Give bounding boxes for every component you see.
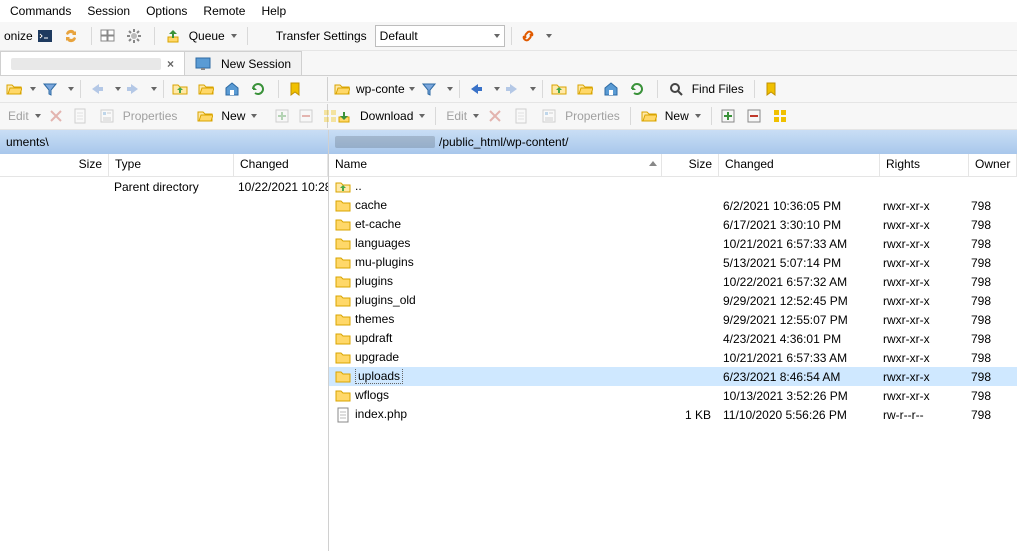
local-forward-icon[interactable] [123,77,147,101]
menu-help[interactable]: Help [255,2,292,20]
local-filter-icon[interactable] [40,77,64,101]
remote-grid-icon[interactable] [770,104,794,128]
list-item[interactable]: updraft4/23/2021 4:36:01 PMrwxr-xr-x798 [329,329,1017,348]
local-root-icon[interactable] [196,77,220,101]
remote-path-bar[interactable]: /public_html/wp-content/ [329,130,1017,154]
session-tabbar: × New Session [0,51,1017,76]
remote-bookmark-icon[interactable] [761,77,785,101]
remote-minus-icon[interactable] [744,104,768,128]
local-rename-icon[interactable] [71,104,93,128]
list-item[interactable]: themes9/29/2021 12:55:07 PMrwxr-xr-x798 [329,310,1017,329]
menu-commands[interactable]: Commands [4,2,77,20]
remote-root-icon[interactable] [575,77,599,101]
menu-options[interactable]: Options [140,2,193,20]
local-minus-icon[interactable] [297,104,319,128]
remote-plus-icon[interactable] [718,104,742,128]
list-item[interactable]: .. [329,177,1017,196]
download-button[interactable]: Download [332,105,429,127]
remote-col-name[interactable]: Name [329,154,662,176]
list-item[interactable]: uploads6/23/2021 8:46:54 AMrwxr-xr-x798 [329,367,1017,386]
remote-col-size[interactable]: Size [662,154,719,176]
list-item[interactable]: upgrade10/21/2021 6:57:33 AMrwxr-xr-x798 [329,348,1017,367]
list-item[interactable]: plugins10/22/2021 6:57:32 AMrwxr-xr-x798 [329,272,1017,291]
remote-refresh-icon[interactable] [627,77,651,101]
remote-back-icon[interactable] [466,77,490,101]
local-path-bar[interactable]: uments\ [0,130,328,154]
active-session-tab[interactable]: × [0,51,185,75]
remote-col-rights[interactable]: Rights [880,154,969,176]
file-panes: uments\ Size Type Changed Parent directo… [0,130,1017,551]
local-refresh-icon[interactable] [248,77,272,101]
list-item[interactable]: languages10/21/2021 6:57:33 AMrwxr-xr-x7… [329,234,1017,253]
list-item[interactable]: et-cache6/17/2021 3:30:10 PMrwxr-xr-x798 [329,215,1017,234]
close-tab-icon[interactable]: × [167,57,174,71]
remote-col-changed[interactable]: Changed [719,154,880,176]
remote-properties-button[interactable]: Properties [537,105,624,127]
remote-folder-combo[interactable]: wp-conte [332,78,417,100]
menubar: Commands Session Options Remote Help [0,0,1017,22]
local-drive-combo[interactable] [4,78,38,100]
remote-header: Name Size Changed Rights Owner [329,154,1017,177]
terminal-icon[interactable] [35,24,59,48]
remote-pane: /public_html/wp-content/ Name Size Chang… [329,130,1017,551]
remote-delete-icon[interactable] [485,104,509,128]
remote-parent-icon[interactable] [549,77,573,101]
reconnect-dropdown-caret[interactable] [546,34,552,38]
reconnect-icon[interactable] [518,24,542,48]
monitor-icon [195,56,211,72]
queue-button[interactable]: Queue [161,28,241,44]
local-bookmark-icon[interactable] [285,77,309,101]
local-col-size[interactable]: Size [0,154,109,176]
local-header: Size Type Changed [0,154,328,177]
local-plus-icon[interactable] [273,104,295,128]
local-col-changed[interactable]: Changed [234,154,328,176]
edit-toolbar: Edit Properties New Download Edit Proper… [0,103,1017,130]
remote-home-icon[interactable] [601,77,625,101]
local-edit-button[interactable]: Edit [4,105,45,127]
menu-remote[interactable]: Remote [197,2,251,20]
list-item[interactable]: cache6/2/2021 10:36:05 PMrwxr-xr-x798 [329,196,1017,215]
list-item[interactable]: Parent directory10/22/2021 10:28 [0,177,328,196]
local-pane: uments\ Size Type Changed Parent directo… [0,130,329,551]
local-back-icon[interactable] [87,77,111,101]
nav-toolbar: wp-conte Find Files [0,76,1017,103]
remote-edit-button[interactable]: Edit [442,105,483,127]
remote-forward-icon[interactable] [502,77,526,101]
find-files-button[interactable]: Find Files [664,78,748,100]
synchronize-partial-label[interactable]: onize [4,29,33,43]
local-file-list[interactable]: Parent directory10/22/2021 10:28 [0,177,328,551]
new-session-tab[interactable]: New Session [184,51,302,75]
transfer-settings-dropdown[interactable]: Default [375,25,505,47]
transfer-queue-icon[interactable] [98,24,122,48]
remote-col-owner[interactable]: Owner [969,154,1017,176]
remote-file-list[interactable]: ..cache6/2/2021 10:36:05 PMrwxr-xr-x798e… [329,177,1017,551]
sync-browse-icon[interactable] [61,24,85,48]
local-parent-icon[interactable] [170,77,194,101]
list-item[interactable]: index.php1 KB11/10/2020 5:56:26 PMrw-r--… [329,405,1017,424]
list-item[interactable]: wflogs10/13/2021 3:52:26 PMrwxr-xr-x798 [329,386,1017,405]
main-toolbar: onize Queue Transfer Settings Default [0,22,1017,51]
local-new-button[interactable]: New [193,105,261,127]
remote-rename-icon[interactable] [511,104,535,128]
local-properties-button[interactable]: Properties [95,105,182,127]
menu-session[interactable]: Session [81,2,136,20]
local-home-icon[interactable] [222,77,246,101]
remote-filter-icon[interactable] [419,77,443,101]
session-name-blurred [11,58,161,70]
list-item[interactable]: plugins_old9/29/2021 12:52:45 PMrwxr-xr-… [329,291,1017,310]
list-item[interactable]: mu-plugins5/13/2021 5:07:14 PMrwxr-xr-x7… [329,253,1017,272]
remote-new-button[interactable]: New [637,105,705,127]
preferences-icon[interactable] [124,24,148,48]
local-delete-icon[interactable] [47,104,69,128]
transfer-settings-label: Transfer Settings [276,29,367,43]
local-col-type[interactable]: Type [109,154,234,176]
